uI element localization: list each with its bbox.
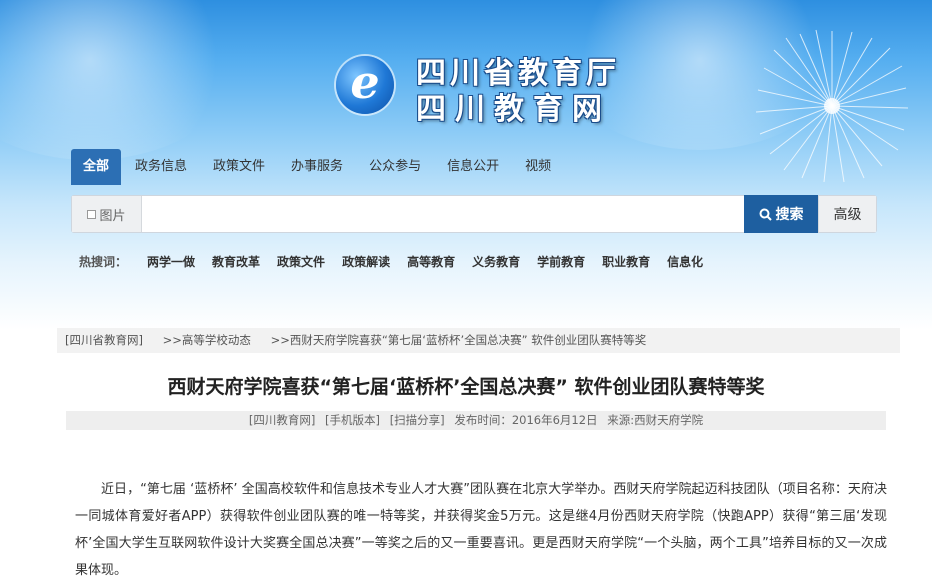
hot-word[interactable]: 学前教育 bbox=[537, 253, 585, 271]
tab-video[interactable]: 视频 bbox=[513, 149, 563, 185]
breadcrumb: [四川省教育网] >>高等学校动态 >>西财天府学院喜获“第七届‘蓝桥杯’全国总… bbox=[57, 328, 900, 353]
logo-letter: e bbox=[350, 55, 380, 109]
image-checkbox[interactable] bbox=[87, 209, 97, 219]
advanced-search-button[interactable]: 高级 bbox=[818, 196, 876, 232]
tab-all[interactable]: 全部 bbox=[71, 149, 122, 185]
hot-word[interactable]: 政策文件 bbox=[277, 253, 325, 271]
meta-site-link[interactable]: [四川教育网] bbox=[249, 413, 315, 427]
site-logo[interactable]: e 四川省教育厅 四川教育网 bbox=[336, 50, 636, 127]
site-header: e 四川省教育厅 四川教育网 全部 政务信息 政策文件 办事服务 公众参与 信息… bbox=[0, 0, 932, 330]
hot-word[interactable]: 职业教育 bbox=[602, 253, 650, 271]
hot-word[interactable]: 高等教育 bbox=[407, 253, 455, 271]
meta-source: 来源:西财天府学院 bbox=[607, 413, 704, 427]
search-button-label: 搜索 bbox=[775, 207, 804, 223]
article-meta: [四川教育网] [手机版本] [扫描分享] 发布时间：2016年6月12日 来源… bbox=[66, 411, 886, 430]
meta-mobile-link[interactable]: [手机版本] bbox=[325, 413, 380, 427]
dandelion-decoration bbox=[755, 29, 909, 183]
tab-policy-documents[interactable]: 政策文件 bbox=[201, 149, 277, 185]
tab-info-disclosure[interactable]: 信息公开 bbox=[435, 149, 511, 185]
tab-public-participation[interactable]: 公众参与 bbox=[357, 149, 433, 185]
hot-search-words: 热搜词： 两学一做 教育改革 政策文件 政策解读 高等教育 义务教育 学前教育 … bbox=[79, 253, 720, 271]
hot-word[interactable]: 信息化 bbox=[667, 253, 703, 271]
image-search-option[interactable]: 图片 bbox=[72, 196, 142, 232]
meta-publish-date: 发布时间：2016年6月12日 bbox=[454, 413, 598, 427]
search-bar: 图片 搜索 高级 bbox=[71, 195, 877, 233]
hot-word[interactable]: 义务教育 bbox=[472, 253, 520, 271]
search-input[interactable] bbox=[142, 196, 744, 232]
header-cloud bbox=[0, 0, 240, 160]
hot-word[interactable]: 教育改革 bbox=[212, 253, 260, 271]
meta-share-link[interactable]: [扫描分享] bbox=[390, 413, 445, 427]
search-icon bbox=[759, 208, 772, 221]
breadcrumb-home[interactable]: [四川省教育网] bbox=[65, 333, 143, 347]
logo-title-line2: 四川教育网 bbox=[416, 92, 611, 127]
tab-services[interactable]: 办事服务 bbox=[279, 149, 355, 185]
article-body: 近日，“第七届 ‘蓝桥杯’ 全国高校软件和信息技术专业人才大赛”团队赛在北京大学… bbox=[75, 482, 887, 577]
tab-government-info[interactable]: 政务信息 bbox=[123, 149, 199, 185]
article-title: 西财天府学院喜获“第七届‘蓝桥杯’全国总决赛” 软件创业团队赛特等奖 bbox=[167, 376, 765, 398]
nav-tabs: 全部 政务信息 政策文件 办事服务 公众参与 信息公开 视频 bbox=[71, 149, 565, 185]
search-button[interactable]: 搜索 bbox=[744, 195, 818, 233]
hot-word[interactable]: 两学一做 bbox=[147, 253, 195, 271]
image-option-label: 图片 bbox=[99, 208, 126, 224]
hot-search-label: 热搜词： bbox=[79, 255, 128, 269]
breadcrumb-category[interactable]: >>高等学校动态 bbox=[163, 333, 251, 347]
hot-word[interactable]: 政策解读 bbox=[342, 253, 390, 271]
breadcrumb-current: >>西财天府学院喜获“第七届‘蓝桥杯’全国总决赛” 软件创业团队赛特等奖 bbox=[270, 333, 647, 347]
